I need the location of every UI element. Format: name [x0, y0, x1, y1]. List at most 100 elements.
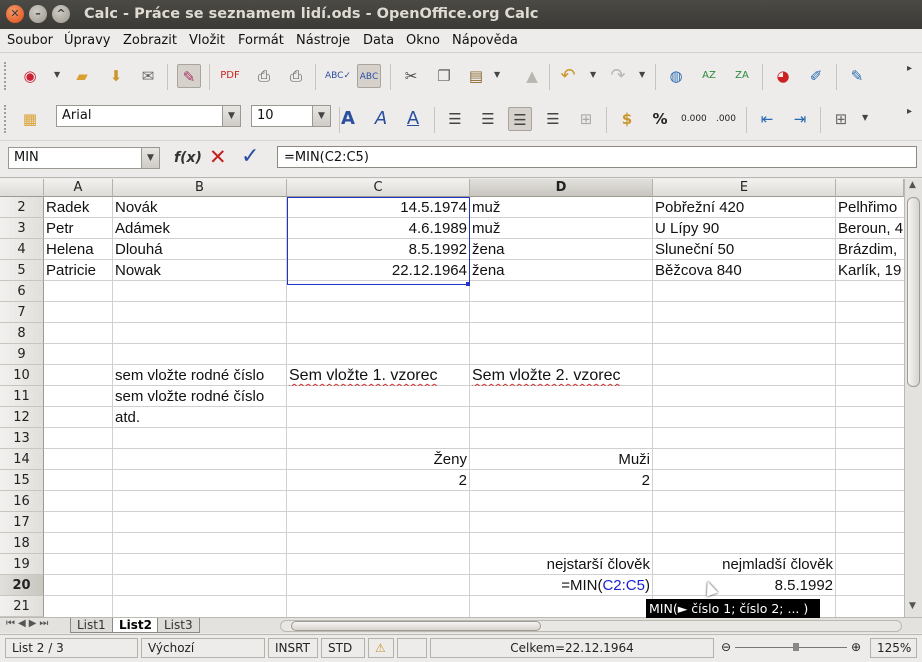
- status-zoom[interactable]: 125%: [870, 638, 917, 658]
- draw-functions-icon[interactable]: ✐: [804, 64, 828, 88]
- fill-handle[interactable]: [466, 282, 470, 286]
- row-header[interactable]: 5: [0, 260, 44, 281]
- menu-napoveda[interactable]: Nápověda: [452, 33, 518, 48]
- font-name-combo[interactable]: Arial ▼: [56, 105, 241, 127]
- cell-f4[interactable]: Brázdim,: [836, 239, 904, 260]
- print-preview-icon[interactable]: ⎙: [284, 64, 308, 88]
- cell-b2[interactable]: Novák: [113, 197, 286, 218]
- function-wizard-button[interactable]: f(x): [174, 150, 202, 166]
- row-header[interactable]: 10: [0, 365, 44, 386]
- horizontal-scrollbar[interactable]: [280, 620, 902, 632]
- row-header[interactable]: 16: [0, 491, 44, 512]
- cell-a3[interactable]: Petr: [44, 218, 112, 239]
- redo-icon[interactable]: ↷: [606, 64, 630, 88]
- currency-format-icon[interactable]: $: [615, 107, 639, 131]
- cell-c15[interactable]: 2: [287, 470, 469, 491]
- borders-icon[interactable]: ⊞: [829, 107, 853, 131]
- row-header[interactable]: 15: [0, 470, 44, 491]
- menu-nastroje[interactable]: Nástroje: [296, 33, 350, 48]
- toolbar-grip[interactable]: [4, 62, 9, 90]
- cell-c3[interactable]: 4.6.1989: [287, 218, 469, 239]
- row-header[interactable]: 21: [0, 596, 44, 617]
- status-selection-mode[interactable]: STD: [321, 638, 365, 658]
- cell-b11[interactable]: sem vložte rodné číslo: [113, 386, 286, 407]
- merge-cells-icon[interactable]: ⊞: [574, 107, 598, 131]
- close-window-button[interactable]: ✕: [6, 5, 24, 23]
- menu-zobrazit[interactable]: Zobrazit: [123, 33, 177, 48]
- cell-b12[interactable]: atd.: [113, 407, 286, 428]
- font-size-combo[interactable]: 10 ▼: [251, 105, 331, 127]
- horizontal-scroll-thumb[interactable]: [291, 621, 541, 631]
- paste-icon[interactable]: ▤: [464, 64, 488, 88]
- scroll-down-icon[interactable]: ▼: [909, 601, 916, 611]
- cell-e3[interactable]: U Lípy 90: [653, 218, 835, 239]
- menu-soubor[interactable]: Soubor: [7, 33, 53, 48]
- increase-indent-icon[interactable]: ⇥: [788, 107, 812, 131]
- align-right-icon[interactable]: ☰: [508, 107, 532, 131]
- cell-e20[interactable]: 8.5.1992: [653, 575, 835, 596]
- copy-icon[interactable]: ❐: [432, 64, 456, 88]
- hyperlink-icon[interactable]: ◍: [664, 64, 688, 88]
- cell-e4[interactable]: Sluneční 50: [653, 239, 835, 260]
- status-page-style[interactable]: Výchozí: [141, 638, 265, 658]
- row-header[interactable]: 2: [0, 197, 44, 218]
- column-header-e[interactable]: E: [653, 179, 836, 197]
- cell-d14[interactable]: Muži: [470, 449, 652, 470]
- vertical-scroll-thumb[interactable]: [907, 197, 920, 387]
- cell-c2[interactable]: 14.5.1974: [287, 197, 469, 218]
- row-header[interactable]: 8: [0, 323, 44, 344]
- email-icon[interactable]: ✉: [136, 64, 160, 88]
- row-header[interactable]: 7: [0, 302, 44, 323]
- column-header-f[interactable]: [836, 179, 904, 197]
- justify-icon[interactable]: ☰: [541, 107, 565, 131]
- row-header[interactable]: 12: [0, 407, 44, 428]
- cell-c4[interactable]: 8.5.1992: [287, 239, 469, 260]
- status-signature[interactable]: [397, 638, 427, 658]
- zoom-in-icon[interactable]: ⊕: [851, 638, 861, 656]
- row-header[interactable]: 17: [0, 512, 44, 533]
- cell-d4[interactable]: žena: [470, 239, 652, 260]
- redo-dropdown-icon[interactable]: ▼: [639, 68, 647, 82]
- sheet-tab-list2[interactable]: List2: [112, 618, 159, 633]
- align-left-icon[interactable]: ☰: [443, 107, 467, 131]
- sheet-navigation-icon[interactable]: ⏮◀▶⏭: [6, 618, 51, 629]
- column-header-b[interactable]: B: [113, 179, 287, 197]
- cell-a5[interactable]: Patricie: [44, 260, 112, 281]
- styles-icon[interactable]: ▦: [18, 107, 42, 131]
- cell-d10[interactable]: Sem vložte 2. vzorec: [470, 365, 652, 386]
- borders-dropdown-icon[interactable]: ▼: [862, 111, 870, 125]
- status-insert-mode[interactable]: INSRT: [268, 638, 318, 658]
- standard-format-icon[interactable]: 0.000: [681, 107, 707, 131]
- minimize-window-button[interactable]: –: [29, 5, 47, 23]
- percent-format-icon[interactable]: %: [648, 107, 672, 131]
- vertical-scrollbar[interactable]: ▲ ▼: [904, 179, 922, 617]
- undo-icon[interactable]: ↶: [556, 64, 580, 88]
- edit-file-icon[interactable]: ✎: [177, 64, 201, 88]
- print-icon[interactable]: ⎙: [252, 64, 276, 88]
- row-header[interactable]: 14: [0, 449, 44, 470]
- row-header[interactable]: 4: [0, 239, 44, 260]
- name-box[interactable]: MIN ▼: [8, 147, 160, 169]
- cell-b10[interactable]: sem vložte rodné číslo: [113, 365, 286, 386]
- bold-icon[interactable]: A: [336, 107, 360, 131]
- cell-e19[interactable]: nejmladší člověk: [653, 554, 835, 575]
- open-folder-icon[interactable]: ▰: [70, 64, 94, 88]
- new-document-icon[interactable]: ◉: [18, 64, 42, 88]
- row-header[interactable]: 9: [0, 344, 44, 365]
- toolbar-overflow-icon[interactable]: ▸: [907, 105, 915, 119]
- cell-c5[interactable]: 22.12.1964: [287, 260, 469, 281]
- zoom-slider-thumb[interactable]: [793, 643, 799, 651]
- cell-b3[interactable]: Adámek: [113, 218, 286, 239]
- cell-d19[interactable]: nejstarší člověk: [470, 554, 652, 575]
- row-header[interactable]: 3: [0, 218, 44, 239]
- cell-d5[interactable]: žena: [470, 260, 652, 281]
- sheet-tab-list1[interactable]: List1: [70, 618, 113, 633]
- scroll-up-icon[interactable]: ▲: [909, 180, 916, 190]
- menu-data[interactable]: Data: [363, 33, 394, 48]
- cell-f3[interactable]: Beroun, 4: [836, 218, 904, 239]
- cell-e2[interactable]: Pobřežní 420: [653, 197, 835, 218]
- sort-descending-icon[interactable]: ZA: [730, 64, 754, 88]
- cut-icon[interactable]: ✂: [399, 64, 423, 88]
- decimal-places-icon[interactable]: .000: [714, 107, 738, 131]
- sort-ascending-icon[interactable]: AZ: [697, 64, 721, 88]
